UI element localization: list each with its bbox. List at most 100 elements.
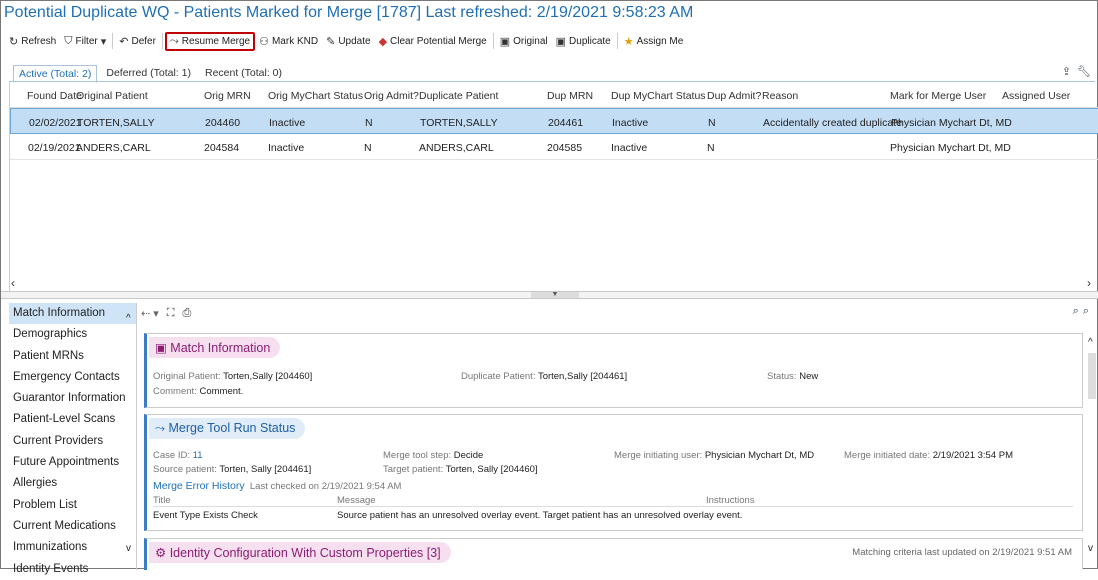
scrollbar-thumb[interactable]	[1088, 353, 1096, 399]
merge-tool-run-status-card: ⤳ Merge Tool Run Status Case ID: 11 Merg…	[144, 414, 1083, 531]
filter-icon: ⛉	[64, 34, 73, 47]
col-orig-mrn[interactable]: Orig MRN	[204, 90, 251, 102]
sidebar-item-patient-level-scans[interactable]: Patient-Level Scans	[9, 409, 136, 430]
table-row[interactable]: 02/19/2021 ANDERS,CARL 204584 Inactive N…	[10, 134, 1098, 160]
chevron-down-icon: ▾	[100, 35, 107, 48]
refresh-icon: ↻	[9, 35, 19, 48]
sidebar-item-patient-mrns[interactable]: Patient MRNs	[9, 346, 136, 367]
duplicate-patient-field: Duplicate Patient: Torten,Sally [204461]	[461, 371, 628, 382]
sidebar-item-identity-events[interactable]: Identity Events	[9, 559, 136, 580]
detail-toolbar: ⇠ ▾ ⛶ ⎙	[141, 304, 191, 322]
original-patient-field: Original Patient: Torten,Sally [204460]	[153, 371, 313, 382]
col-dup-admit[interactable]: Dup Admit?	[707, 90, 761, 102]
page-title: Potential Duplicate WQ - Patients Marked…	[4, 4, 694, 21]
assign-me-button[interactable]: ★ Assign Me	[620, 33, 688, 50]
patient-icon: ▣	[555, 35, 567, 48]
mark-knd-button[interactable]: ⚇ Mark KND	[255, 33, 322, 50]
merge-error-history-link[interactable]: Merge Error History	[153, 480, 245, 492]
sidebar-item-immunizations[interactable]: Immunizations	[9, 537, 136, 558]
col-dup-mychart[interactable]: Dup MyChart Status	[611, 90, 706, 102]
grid-header-row: Found Date Original Patient Orig MRN Ori…	[10, 82, 1098, 108]
sidebar-scrollbar[interactable]: ^ v	[125, 303, 137, 570]
gear-icon: ⚙	[155, 546, 167, 560]
table-row[interactable]: 02/02/2021 TORTEN,SALLY 204460 Inactive …	[10, 108, 1098, 134]
merge-step-field: Merge tool step: Decide	[383, 450, 484, 461]
clear-potential-merge-button[interactable]: ◆ Clear Potential Merge	[375, 33, 491, 50]
matching-criteria-note: Matching criteria last updated on 2/19/2…	[852, 547, 1072, 558]
sidebar-item-emergency-contacts[interactable]: Emergency Contacts	[9, 367, 136, 388]
error-table-header: Title Message Instructions	[153, 495, 1073, 507]
sidebar-item-guarantor-information[interactable]: Guarantor Information	[9, 388, 136, 409]
worklist-grid: Found Date Original Patient Orig MRN Ori…	[9, 82, 1098, 292]
status-field: Status: New	[767, 371, 819, 382]
zoom-out-icon[interactable]: ⌕	[1073, 305, 1079, 318]
back-arrow-icon[interactable]: ⇠ ▾	[141, 307, 159, 320]
update-button[interactable]: ✎ Update	[322, 33, 374, 50]
sidebar-item-problem-list[interactable]: Problem List	[9, 495, 136, 516]
chevron-left-icon[interactable]: ‹	[11, 276, 15, 290]
sidebar-item-current-medications[interactable]: Current Medications	[9, 516, 136, 537]
toolbar-divider	[112, 33, 114, 49]
defer-icon: ↶	[119, 35, 129, 48]
col-found-date[interactable]: Found Date	[27, 90, 82, 102]
zoom-in-icon[interactable]: ⌕	[1083, 305, 1089, 318]
resume-merge-button[interactable]: ⤳ Resume Merge	[164, 31, 256, 51]
chevron-down-icon[interactable]: ▼	[531, 291, 579, 298]
col-dup-mrn[interactable]: Dup MRN	[547, 90, 593, 102]
col-original-patient[interactable]: Original Patient	[76, 90, 148, 102]
patient-icon: ▣	[499, 35, 511, 48]
wrench-icon[interactable]: 🔧︎	[1077, 65, 1091, 78]
identity-configuration-heading: ⚙ Identity Configuration With Custom Pro…	[149, 542, 451, 563]
col-assigned-user[interactable]: Assigned User	[1002, 90, 1070, 102]
col-reason[interactable]: Reason	[762, 90, 798, 102]
grid-tools: ⇪ 🔧︎	[1062, 65, 1091, 78]
refresh-button[interactable]: ↻ Refresh	[5, 33, 60, 50]
table-row: Event Type Exists Check Source patient h…	[153, 510, 743, 521]
match-information-card: ▣ Match Information Original Patient: To…	[144, 333, 1083, 408]
merge-initiating-user-field: Merge initiating user: Physician Mychart…	[614, 450, 815, 461]
print-icon[interactable]: ⎙	[183, 307, 192, 320]
people-icon: ⚇	[259, 35, 269, 48]
chevron-down-icon[interactable]: v	[126, 543, 131, 554]
merge-tool-run-status-heading: ⤳ Merge Tool Run Status	[149, 418, 306, 439]
merge-error-history-row: Merge Error History Last checked on 2/19…	[153, 480, 402, 492]
chevron-up-icon[interactable]: ^	[1088, 337, 1093, 348]
toolbar-divider	[161, 33, 163, 49]
pane-splitter[interactable]: ▼	[1, 291, 1098, 299]
duplicate-button[interactable]: ▣ Duplicate	[552, 33, 615, 50]
merge-icon: ⤳	[155, 421, 166, 435]
chevron-down-icon[interactable]: v	[1088, 543, 1093, 554]
chevron-right-icon[interactable]: ›	[1087, 276, 1091, 290]
target-patient-field: Target patient: Torten, Sally [204460]	[383, 464, 538, 475]
toolbar-divider	[492, 33, 494, 49]
original-button[interactable]: ▣ Original	[496, 33, 552, 50]
col-mark-user[interactable]: Mark for Merge User	[890, 90, 986, 102]
star-icon: ★	[623, 35, 634, 48]
case-id-field: Case ID: 11	[153, 450, 203, 461]
sidebar-item-demographics[interactable]: Demographics	[9, 324, 136, 345]
export-icon[interactable]: ⇪	[1062, 65, 1071, 78]
col-duplicate-patient[interactable]: Duplicate Patient	[419, 90, 498, 102]
zoom-controls: ⌕ ⌕	[1073, 305, 1089, 318]
defer-button[interactable]: ↶ Defer	[115, 33, 160, 50]
toolbar: ↻ Refresh ⛉ Filter ▾ ↶ Defer ⤳ Resume Merge ⚇…	[5, 31, 687, 51]
toolbar-divider	[616, 33, 618, 49]
match-information-heading: ▣ Match Information	[149, 337, 281, 358]
badge-icon: ▣	[155, 341, 167, 355]
sidebar-item-future-appointments[interactable]: Future Appointments	[9, 452, 136, 473]
sidebar-item-current-providers[interactable]: Current Providers	[9, 431, 136, 452]
eraser-icon: ◆	[378, 35, 388, 48]
binoculars-icon[interactable]: ⛶	[167, 307, 175, 320]
col-orig-admit[interactable]: Orig Admit?	[364, 90, 419, 102]
source-patient-field: Source patient: Torten, Sally [204461]	[153, 464, 312, 475]
merge-initiated-date-field: Merge initiated date: 2/19/2021 3:54 PM	[844, 450, 1014, 461]
detail-sidebar: Match Information Demographics Patient M…	[9, 303, 137, 575]
detail-scrollbar[interactable]: ^ v	[1085, 333, 1098, 570]
col-orig-mychart[interactable]: Orig MyChart Status	[268, 90, 363, 102]
comment-field: Comment: Comment.	[153, 386, 244, 397]
filter-button[interactable]: ⛉ Filter ▾	[60, 33, 110, 50]
chevron-up-icon[interactable]: ^	[126, 313, 131, 324]
grid-horizontal-scrollbar[interactable]: ‹ ›	[9, 276, 1098, 290]
sidebar-item-allergies[interactable]: Allergies	[9, 473, 136, 494]
sidebar-item-match-information[interactable]: Match Information	[9, 303, 136, 325]
